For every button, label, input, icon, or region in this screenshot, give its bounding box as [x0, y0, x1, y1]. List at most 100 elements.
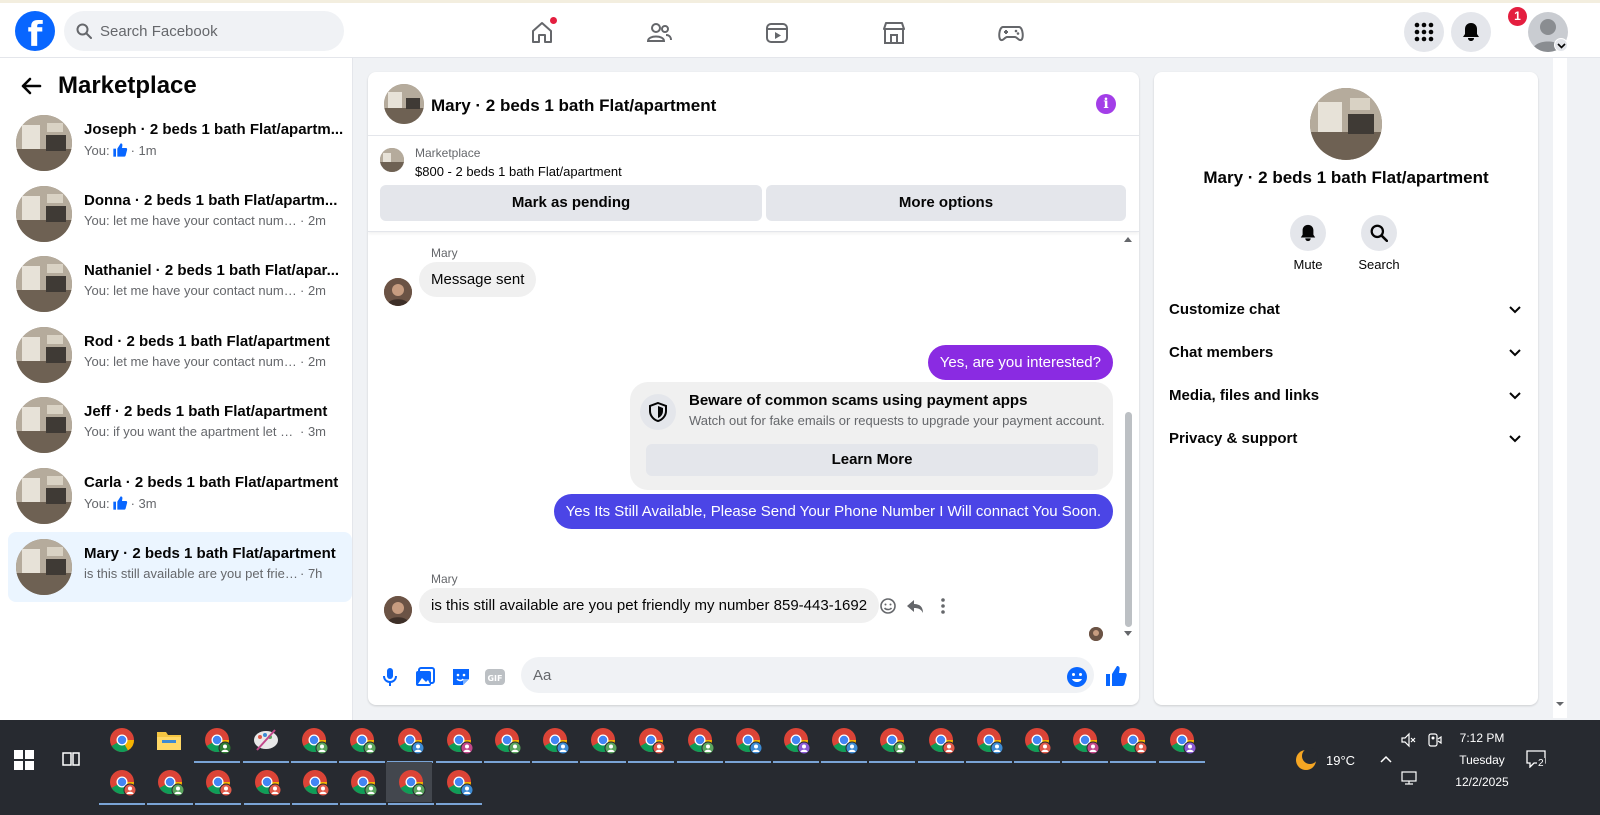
mark-as-pending-button[interactable]: Mark as pending [380, 185, 762, 221]
sender-avatar[interactable] [384, 596, 412, 624]
conversation-item[interactable]: Rod · 2 beds 1 bath Flat/apartment You: l… [8, 320, 352, 390]
mute-button[interactable]: Mute [1278, 215, 1338, 272]
clock-date[interactable]: 12/2/2025 [1447, 775, 1517, 789]
taskbar-chrome-profile-app[interactable] [1167, 725, 1197, 755]
chevron-up-icon[interactable] [1379, 754, 1393, 764]
taskbar-chrome-profile-app[interactable] [588, 725, 618, 755]
marketplace-nav-button[interactable] [880, 19, 908, 47]
taskbar-chrome-profile-app[interactable] [396, 767, 426, 797]
weather-moon-icon[interactable] [1294, 748, 1318, 772]
page-scroll-down-icon[interactable] [1553, 700, 1567, 708]
more-options-button[interactable]: More options [766, 185, 1126, 221]
task-view-icon[interactable] [62, 750, 80, 768]
menu-button[interactable] [1404, 12, 1444, 52]
taskbar-chrome-profile-app[interactable] [540, 725, 570, 755]
scroll-up-arrow-icon[interactable] [1123, 235, 1133, 243]
clock-day[interactable]: Tuesday [1452, 753, 1512, 767]
sender-name: Mary [431, 572, 458, 586]
taskbar-chrome-profile-app[interactable] [877, 725, 907, 755]
sticker-icon[interactable] [450, 666, 472, 688]
taskbar-chrome-profile-app[interactable] [252, 767, 282, 797]
account-dropdown-button[interactable] [1554, 38, 1568, 52]
taskbar-chrome-profile-app[interactable] [829, 725, 859, 755]
speaker-muted-icon[interactable] [1400, 732, 1416, 748]
camera-icon[interactable] [1426, 732, 1442, 748]
taskbar-chrome-profile-app[interactable] [203, 767, 233, 797]
taskbar-chrome-profile-app[interactable] [300, 767, 330, 797]
listing-price[interactable]: $800 - 2 beds 1 bath Flat/apartment [415, 164, 622, 179]
gif-icon[interactable]: GIF [484, 666, 506, 688]
incoming-message[interactable]: Message sent [419, 262, 537, 297]
details-section-row[interactable]: Customize chat [1169, 294, 1522, 324]
listing-small-thumbnail[interactable] [380, 148, 404, 172]
search-input[interactable] [100, 22, 320, 40]
taskbar-file-explorer-app[interactable] [154, 725, 184, 755]
friends-nav-button[interactable] [645, 19, 673, 47]
taskbar-chrome-profile-app[interactable] [1070, 725, 1100, 755]
taskbar-chrome-profile-app[interactable] [155, 767, 185, 797]
taskbar-chrome-profile-app[interactable] [636, 725, 666, 755]
taskbar-chrome-app[interactable] [107, 725, 137, 755]
conversation-item[interactable]: Carla · 2 beds 1 bath Flat/apartment You:… [8, 461, 352, 531]
incoming-message[interactable]: is this still available are you pet frie… [419, 588, 880, 623]
taskbar-chrome-profile-app[interactable] [781, 725, 811, 755]
details-section-row[interactable]: Privacy & support [1169, 423, 1522, 453]
taskbar-chrome-profile-app[interactable] [974, 725, 1004, 755]
search-box[interactable] [64, 11, 344, 51]
details-section-row[interactable]: Media, files and links [1169, 380, 1522, 410]
page-scrollbar[interactable] [1553, 58, 1567, 718]
photo-gallery-icon[interactable] [414, 666, 436, 688]
taskbar-chrome-profile-app[interactable] [492, 725, 522, 755]
taskbar-chrome-profile-app[interactable] [107, 767, 137, 797]
info-icon[interactable]: i [1096, 94, 1116, 114]
reply-icon[interactable] [905, 596, 925, 616]
network-icon[interactable] [1401, 771, 1417, 785]
taskbar-chrome-profile-app[interactable] [444, 725, 474, 755]
facebook-logo[interactable]: f [15, 11, 55, 51]
back-arrow-icon[interactable] [18, 73, 44, 99]
taskbar-chrome-profile-app[interactable] [348, 767, 378, 797]
react-emoji-icon[interactable] [878, 596, 898, 616]
conversation-item[interactable]: Joseph · 2 beds 1 bath Flat/apartm... You… [8, 108, 352, 178]
outgoing-message[interactable]: Yes Its Still Available, Please Send You… [553, 494, 1113, 529]
conversation-item[interactable]: Nathaniel · 2 beds 1 bath Flat/apar... Yo… [8, 249, 352, 319]
more-vertical-icon[interactable] [933, 596, 953, 616]
taskbar-paint-app[interactable] [251, 725, 281, 755]
taskbar-chrome-profile-app[interactable] [347, 725, 377, 755]
action-center-button[interactable]: 2 [1526, 750, 1550, 772]
listing-large-thumbnail[interactable] [1310, 88, 1382, 160]
running-app-indicator [243, 761, 289, 763]
conversation-item[interactable]: Mary · 2 beds 1 bath Flat/apartment is th… [8, 531, 352, 602]
clock-time[interactable]: 7:12 PM [1452, 731, 1512, 745]
conversation-item[interactable]: Jeff · 2 beds 1 bath Flat/apartment You: … [8, 390, 352, 460]
temperature[interactable]: 19°C [1326, 753, 1355, 768]
chat-scrollbar-thumb[interactable] [1125, 412, 1132, 627]
thumbs-up-icon[interactable] [1104, 664, 1128, 688]
scroll-down-arrow-icon[interactable] [1123, 630, 1133, 638]
chat-title[interactable]: Mary · 2 beds 1 bath Flat/apartment [431, 96, 716, 116]
taskbar-chrome-profile-app[interactable] [395, 725, 425, 755]
taskbar-chrome-profile-app[interactable] [202, 725, 232, 755]
learn-more-button[interactable]: Learn More [646, 444, 1098, 476]
details-section-row[interactable]: Chat members [1169, 337, 1522, 367]
taskbar-chrome-profile-app[interactable] [1118, 725, 1148, 755]
taskbar-chrome-profile-app[interactable] [299, 725, 329, 755]
taskbar-chrome-profile-app[interactable] [733, 725, 763, 755]
emoji-icon[interactable] [1066, 666, 1088, 688]
microphone-icon[interactable] [379, 666, 401, 688]
listing-thumbnail[interactable] [384, 84, 424, 124]
notifications-button[interactable] [1451, 12, 1491, 52]
gaming-nav-button[interactable] [997, 19, 1025, 47]
taskbar-chrome-profile-app[interactable] [1022, 725, 1052, 755]
taskbar-chrome-profile-app[interactable] [685, 725, 715, 755]
conversation-item[interactable]: Donna · 2 beds 1 bath Flat/apartm... You:… [8, 179, 352, 249]
windows-start-icon[interactable] [14, 750, 34, 770]
home-nav-button[interactable] [528, 16, 558, 47]
taskbar-chrome-profile-app[interactable] [926, 725, 956, 755]
sender-avatar[interactable] [384, 278, 412, 306]
outgoing-message[interactable]: Yes, are you interested? [927, 345, 1113, 380]
video-nav-button[interactable] [763, 19, 791, 47]
taskbar-chrome-profile-app[interactable] [444, 767, 474, 797]
message-input[interactable] [521, 657, 1094, 693]
search-conversation-button[interactable]: Search [1349, 215, 1409, 272]
